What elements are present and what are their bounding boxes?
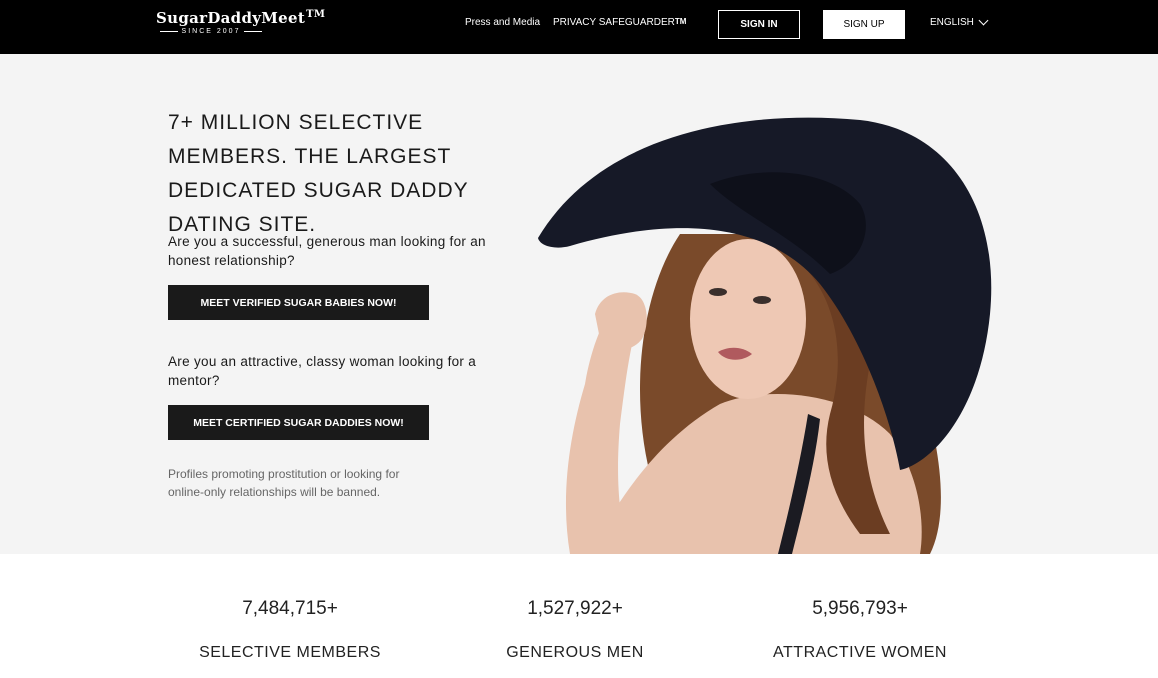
eye-shape [709, 288, 727, 296]
logo-since-text: SINCE 2007 [181, 28, 241, 35]
question-men: Are you a successful, generous man looki… [168, 234, 486, 268]
sign-in-button[interactable]: SIGN IN [718, 10, 800, 39]
hero-section: 7+ MILLION SELECTIVE MEMBERS. THE LARGES… [0, 54, 1158, 554]
ban-disclaimer: Profiles promoting prostitution or looki… [168, 467, 400, 499]
nav-privacy-label: PRIVACY SAFEGUARDER [553, 17, 675, 28]
face-shape [690, 239, 806, 399]
sign-up-button[interactable]: SIGN UP [823, 10, 905, 39]
hero-woman-photo [538, 117, 992, 554]
language-selector[interactable]: ENGLISH [930, 15, 989, 28]
stat-label: GENEROUS MEN [506, 644, 644, 661]
site-logo[interactable]: SugarDaddyMeetTM SINCE 2007 [156, 9, 325, 35]
chevron-down-icon [978, 15, 989, 26]
stat-selective-members: 7,484,715+ SELECTIVE MEMBERS [150, 598, 430, 662]
hand-shape [595, 292, 647, 350]
logo-divider [244, 31, 263, 32]
stat-generous-men: 1,527,922+ GENEROUS MEN [435, 598, 715, 662]
meet-sugar-babies-button[interactable]: MEET VERIFIED SUGAR BABIES NOW! [168, 285, 429, 320]
logo-text: SugarDaddyMeet [156, 9, 306, 27]
eye-shape [753, 296, 771, 304]
nav-privacy-tm: TM [674, 17, 687, 26]
stat-value: 5,956,793+ [812, 598, 908, 619]
nav-privacy-safeguarder[interactable]: PRIVACY SAFEGUARDERTM [553, 17, 686, 28]
stat-attractive-women: 5,956,793+ ATTRACTIVE WOMEN [720, 598, 1000, 662]
meet-sugar-daddies-button[interactable]: MEET CERTIFIED SUGAR DADDIES NOW! [168, 405, 429, 440]
stat-value: 7,484,715+ [242, 598, 338, 619]
site-header: SugarDaddyMeetTM SINCE 2007 Press and Me… [0, 0, 1158, 54]
stat-label: SELECTIVE MEMBERS [199, 644, 381, 661]
logo-divider [160, 31, 178, 32]
hero-headline: 7+ MILLION SELECTIVE MEMBERS. THE LARGES… [168, 111, 469, 236]
logo-since: SINCE 2007 [156, 28, 266, 35]
logo-wordmark: SugarDaddyMeetTM [156, 9, 325, 27]
stat-label: ATTRACTIVE WOMEN [773, 644, 947, 661]
nav-press-media[interactable]: Press and Media [465, 17, 540, 28]
logo-tm: TM [306, 9, 326, 20]
language-label: ENGLISH [930, 17, 974, 28]
stat-value: 1,527,922+ [527, 598, 623, 619]
question-women: Are you an attractive, classy woman look… [168, 354, 477, 388]
